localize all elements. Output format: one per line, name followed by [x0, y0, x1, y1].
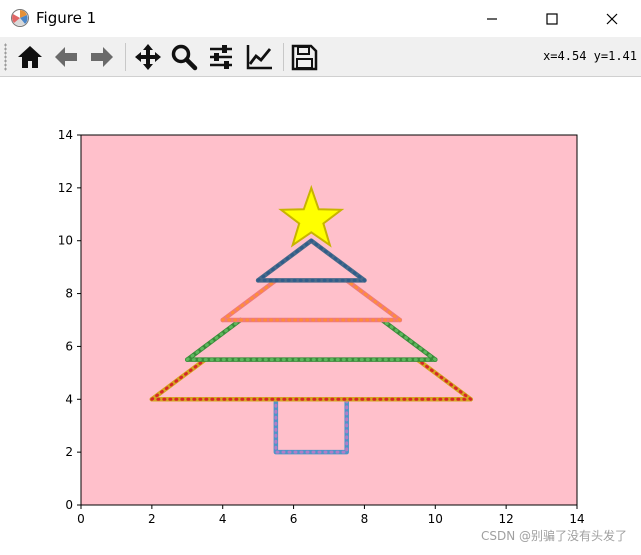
- y-tick-label: 6: [65, 339, 73, 353]
- x-tick-label: 8: [361, 512, 369, 526]
- maximize-icon: [546, 12, 558, 25]
- y-tick-label: 0: [65, 498, 73, 512]
- pan-icon: [135, 44, 161, 70]
- minimize-button[interactable]: [469, 0, 515, 37]
- zoom-icon: [171, 44, 198, 71]
- x-tick-label: 6: [290, 512, 298, 526]
- x-tick-label: 12: [499, 512, 514, 526]
- home-icon: [18, 46, 42, 68]
- pan-button[interactable]: [132, 41, 164, 73]
- toolbar-separator: [125, 43, 126, 71]
- y-tick-label: 8: [65, 287, 73, 301]
- forward-button[interactable]: [86, 41, 118, 73]
- y-tick-label: 14: [58, 128, 73, 142]
- axes-edit-button[interactable]: [243, 41, 275, 73]
- y-tick-label: 10: [58, 234, 73, 248]
- figure-canvas[interactable]: 0 2 4 6 8 10 12 14 0 2 4 6 8 10 12 14: [0, 77, 641, 551]
- x-tick-label: 0: [77, 512, 85, 526]
- minimize-icon: [487, 17, 497, 20]
- toolbar-separator: [283, 43, 284, 71]
- back-button[interactable]: [50, 41, 82, 73]
- close-icon: [606, 13, 618, 24]
- x-tick-label: 14: [569, 512, 584, 526]
- forward-icon: [91, 47, 113, 67]
- close-button[interactable]: [589, 0, 635, 37]
- subplots-button[interactable]: [205, 41, 237, 73]
- y-tick-label: 12: [58, 181, 73, 195]
- window-title: Figure 1: [36, 9, 97, 27]
- save-icon: [291, 44, 318, 71]
- back-icon: [55, 47, 77, 67]
- y-tick-label: 4: [65, 392, 73, 406]
- matplotlib-logo-icon: [11, 9, 29, 27]
- axes-edit-icon: [246, 45, 272, 70]
- y-tick-label: 2: [65, 445, 73, 459]
- toolbar-grip[interactable]: [4, 43, 7, 71]
- home-button[interactable]: [14, 41, 46, 73]
- title-bar: Figure 1: [0, 0, 641, 37]
- x-tick-label: 10: [428, 512, 443, 526]
- watermark: CSDN @别骗了没有头发了: [480, 529, 627, 543]
- save-button[interactable]: [288, 41, 320, 73]
- maximize-button[interactable]: [529, 0, 575, 37]
- x-tick-label: 2: [148, 512, 156, 526]
- cursor-coordinates: x=4.54 y=1.41: [543, 49, 637, 63]
- plot-svg[interactable]: 0 2 4 6 8 10 12 14 0 2 4 6 8 10 12 14: [0, 77, 641, 551]
- x-tick-label: 4: [219, 512, 227, 526]
- zoom-button[interactable]: [168, 41, 200, 73]
- subplots-icon: [210, 45, 232, 69]
